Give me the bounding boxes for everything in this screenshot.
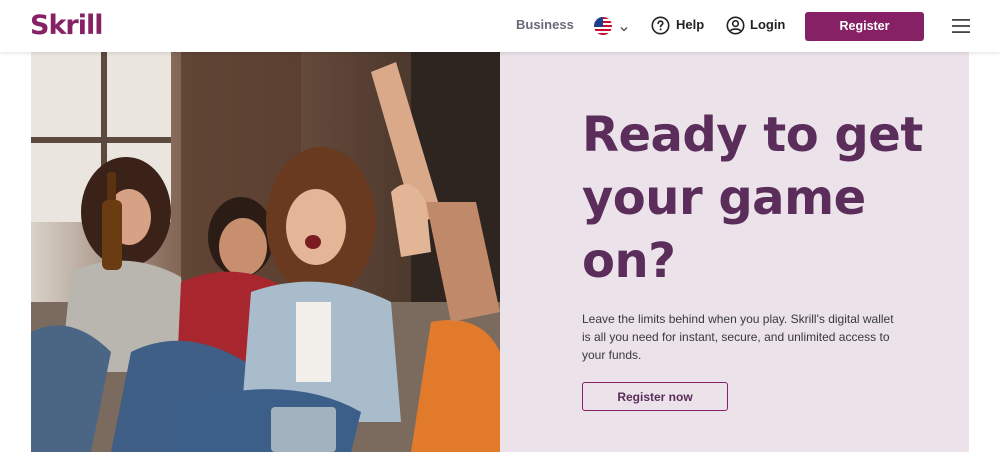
hero-description: Leave the limits behind when you play. S… [582,312,894,362]
hero-image [31,52,500,452]
register-now-button[interactable]: Register now [582,382,728,411]
help-icon[interactable] [651,16,670,35]
skrill-logo[interactable]: Skrill [30,10,103,42]
business-link[interactable]: Business [516,17,574,32]
login-link[interactable]: Login [750,17,785,32]
us-flag-icon[interactable] [594,17,612,35]
hero-title: Ready to get your game on? [582,107,923,289]
register-button[interactable]: Register [805,12,924,41]
hamburger-menu-icon[interactable] [951,16,971,36]
hero-panel: Ready to get your game on? Leave the lim… [500,52,969,452]
user-icon[interactable] [726,16,745,35]
site-header: Skrill Business Help Login Register [0,0,1000,52]
chevron-down-icon[interactable] [619,21,629,32]
help-link[interactable]: Help [676,17,704,32]
